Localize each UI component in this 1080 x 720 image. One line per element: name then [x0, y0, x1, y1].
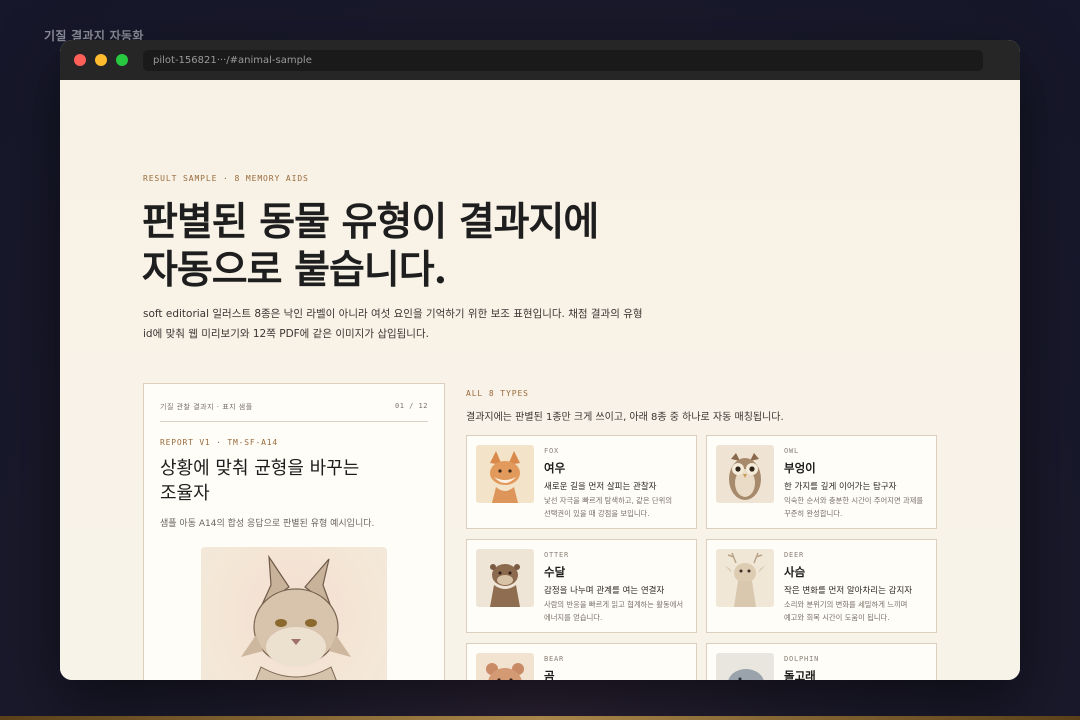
type-role: 한 가지를 깊게 이어가는 탐구자: [784, 482, 897, 492]
type-name: 사슴: [784, 565, 806, 579]
type-description-line-2: 에너지를 얻습니다.: [544, 612, 603, 622]
type-description-line-1: 사람의 반응을 빠르게 읽고 협계하는 활동에서: [544, 600, 684, 609]
report-sheet-preview: 기질 관찰 결과지 · 표지 샘플 01 / 12 REPORT V1 · TM…: [143, 383, 445, 680]
type-description: 소리와 분위기의 변화를 세밀하게 느끼며 예고와 회복 시간이 도움이 됩니다…: [784, 599, 930, 624]
sheet-header-label: 기질 관찰 결과지 · 표지 샘플: [160, 403, 253, 411]
page-content: RESULT SAMPLE · 8 MEMORY AIDS 판별된 동물 유형이…: [60, 80, 1020, 680]
sheet-title-line-2: 조율자: [160, 483, 210, 504]
close-window-button[interactable]: [74, 54, 86, 66]
browser-window: pilot-156821···/#animal-sample RESULT SA…: [60, 40, 1020, 680]
headline-line-2: 자동으로 붙습니다.: [142, 247, 447, 293]
type-description-line-1: 낯선 자극을 빠르게 탐색하고, 같은 단위의: [544, 496, 673, 505]
type-name: 수달: [544, 565, 566, 579]
dolphin-thumbnail: [716, 653, 774, 680]
type-card-fox: FOX 여우 새로운 길을 먼저 살피는 관찰자 낯선 자극을 빠르게 탐색하고…: [466, 435, 697, 529]
type-description: 익숙한 순서와 충분한 시간이 주어지면 과제를 꾸준히 완성합니다.: [784, 495, 930, 520]
type-role: 감정을 나누며 관계를 여는 연결자: [544, 586, 665, 596]
type-card-grid: FOX 여우 새로운 길을 먼저 살피는 관찰자 낯선 자극을 빠르게 탐색하고…: [466, 435, 937, 680]
bottom-glow-divider: [0, 716, 1080, 720]
headline-line-1: 판별된 동물 유형이 결과지에: [142, 199, 599, 245]
type-name: 여우: [544, 461, 566, 475]
intro-line-1: soft editorial 일러스트 8종은 낙인 라벨이 아니라 여섯 요인…: [143, 308, 643, 320]
type-card-bear: BEAR 곰: [466, 643, 697, 680]
deer-icon: [724, 552, 766, 607]
page-title: 판별된 동물 유형이 결과지에 자동으로 붙습니다.: [142, 198, 702, 294]
types-eyebrow: ALL 8 TYPES: [466, 389, 529, 398]
browser-titlebar: pilot-156821···/#animal-sample: [60, 40, 1020, 80]
type-description-line-2: 선택권이 있을 때 강점을 보입니다.: [544, 508, 650, 518]
type-description-line-1: 소리와 분위기의 변화를 세밀하게 느끼며: [784, 600, 908, 609]
sheet-header: 기질 관찰 결과지 · 표지 샘플 01 / 12: [160, 402, 428, 422]
type-card-deer: DEER 사슴 작은 변화를 먼저 알아차리는 감지자 소리와 분위기의 변화를…: [706, 539, 937, 633]
owl-icon: [729, 453, 761, 500]
types-description: 결과지에는 판별된 1종만 크게 쓰이고, 아래 8종 중 하나로 자동 매칭됩…: [466, 412, 784, 423]
type-card-owl: OWL 부엉이 한 가지를 깊게 이어가는 탐구자 익숙한 순서와 충분한 시간…: [706, 435, 937, 529]
type-name: 돌고래: [784, 669, 816, 680]
lynx-icon: [241, 554, 351, 680]
sheet-description: 샘플 아동 A14의 합성 응답으로 판별된 유형 예시입니다.: [160, 519, 375, 529]
type-code: BEAR: [544, 655, 565, 663]
intro-line-2: id에 맞춰 웹 미리보기와 12쪽 PDF에 같은 이미지가 삽입됩니다.: [143, 328, 429, 340]
type-code: OWL: [784, 447, 800, 455]
type-description-line-2: 꾸준히 완성합니다.: [784, 508, 843, 518]
hero-eyebrow: RESULT SAMPLE · 8 MEMORY AIDS: [143, 174, 309, 183]
maximize-window-button[interactable]: [116, 54, 128, 66]
dolphin-icon: [728, 669, 764, 680]
owl-thumbnail: [716, 445, 774, 503]
type-code: DOLPHIN: [784, 655, 820, 663]
type-code: OTTER: [544, 551, 570, 559]
bear-thumbnail: [476, 653, 534, 680]
sheet-title-line-1: 상황에 맞춰 균형을 바꾸는: [160, 458, 360, 479]
type-description: 사람의 반응을 빠르게 읽고 협계하는 활동에서 에너지를 얻습니다.: [544, 599, 690, 624]
type-code: FOX: [544, 447, 560, 455]
type-name: 곰: [544, 669, 555, 680]
type-role: 작은 변화를 먼저 알아차리는 감지자: [784, 586, 913, 596]
report-code: REPORT V1 · TM-SF-A14: [160, 438, 278, 447]
sheet-title: 상황에 맞춰 균형을 바꾸는 조율자: [160, 456, 410, 506]
type-description-line-2: 예고와 회복 시간이 도움이 됩니다.: [784, 612, 890, 622]
type-code: DEER: [784, 551, 805, 559]
type-role: 새로운 길을 먼저 살피는 관찰자: [544, 482, 657, 492]
type-description-line-1: 익숙한 순서와 충분한 시간이 주어지면 과제를: [784, 496, 924, 505]
intro-text: soft editorial 일러스트 8종은 낙인 라벨이 아니라 여섯 요인…: [143, 304, 643, 344]
type-name: 부엉이: [784, 461, 816, 475]
type-description: 낯선 자극을 빠르게 탐색하고, 같은 단위의 선택권이 있을 때 강점을 보입…: [544, 495, 690, 520]
otter-thumbnail: [476, 549, 534, 607]
deer-thumbnail: [716, 549, 774, 607]
minimize-window-button[interactable]: [95, 54, 107, 66]
fox-thumbnail: [476, 445, 534, 503]
sheet-page-number: 01 / 12: [394, 402, 428, 410]
type-card-dolphin: DOLPHIN 돌고래: [706, 643, 937, 680]
bear-icon: [486, 663, 524, 680]
address-bar[interactable]: pilot-156821···/#animal-sample: [143, 49, 983, 71]
fox-icon: [490, 451, 520, 503]
otter-icon: [490, 564, 520, 607]
lynx-illustration: [201, 547, 387, 680]
type-card-otter: OTTER 수달 감정을 나누며 관계를 여는 연결자 사람의 반응을 빠르게 …: [466, 539, 697, 633]
